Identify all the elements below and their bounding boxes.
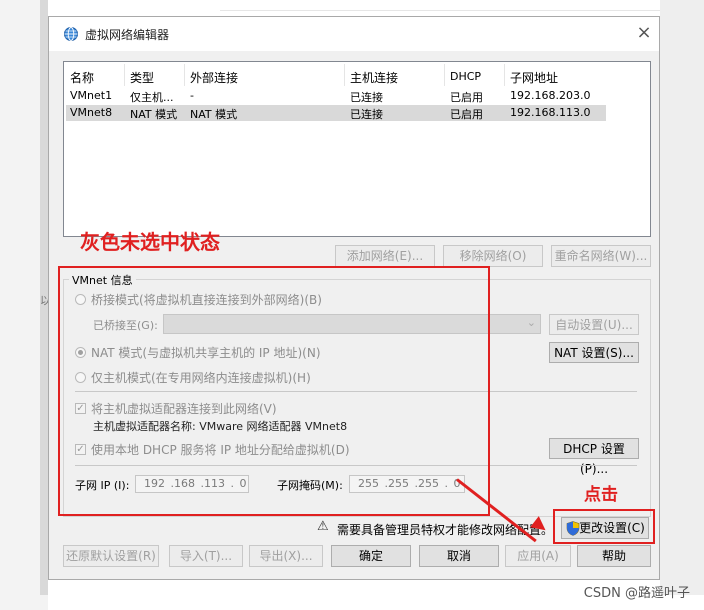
ok-button[interactable]: 确定 [331,545,411,567]
annotation-click-box [553,509,655,544]
column-separator [184,64,185,86]
help-button[interactable]: 帮助 [577,545,651,567]
title-bar: 虚拟网络编辑器 × [49,17,659,51]
cell-type: 仅主机... [130,91,174,104]
cell-name: VMnet8 [70,106,113,119]
column-header-host[interactable]: 主机连接 [350,69,398,86]
window-title: 虚拟网络编辑器 [85,28,170,42]
background-divider [220,10,660,11]
annotation-click: 点击 [584,485,618,505]
auto-settings-button[interactable]: 自动设置(U)... [549,314,639,335]
column-header-name[interactable]: 名称 [70,69,94,86]
column-separator [344,64,345,86]
remove-network-button[interactable]: 移除网络(O) [443,245,543,267]
network-list[interactable]: 名称 类型 外部连接 主机连接 DHCP 子网地址 VMnet1 仅主机... … [63,61,651,237]
annotation-gray-state: 灰色未选中状态 [80,230,220,254]
background-right [660,0,704,595]
export-button[interactable]: 导出(X)... [249,545,323,567]
cell-host: 已连接 [350,108,383,121]
watermark: CSDN @路遥叶子 [583,586,690,601]
column-header-subnet[interactable]: 子网地址 [510,69,558,86]
table-row-selected[interactable]: VMnet8 NAT 模式 NAT 模式 已连接 已启用 192.168.113… [66,105,606,121]
column-header-external[interactable]: 外部连接 [190,69,238,86]
cell-external: NAT 模式 [190,108,238,121]
column-header-dhcp[interactable]: DHCP [450,70,481,83]
cell-name: VMnet1 [70,89,113,102]
nat-settings-button[interactable]: NAT 设置(S)... [549,342,639,363]
add-network-button[interactable]: 添加网络(E)... [335,245,435,267]
cell-subnet: 192.168.113.0 [510,106,591,119]
cell-external: - [190,89,194,102]
dhcp-settings-button[interactable]: DHCP 设置(P)... [549,438,639,476]
cancel-button[interactable]: 取消 [419,545,499,567]
apply-button[interactable]: 应用(A) [505,545,571,567]
warning-icon: ⚠ [317,519,329,534]
column-header-type[interactable]: 类型 [130,69,154,86]
cell-type: NAT 模式 [130,108,178,121]
column-separator [504,64,505,86]
table-row[interactable]: VMnet1 仅主机... - 已连接 已启用 192.168.203.0 [66,88,606,104]
column-separator [444,64,445,86]
close-icon[interactable]: × [633,22,655,44]
cell-dhcp: 已启用 [450,91,483,104]
annotation-highlight-box [58,266,490,516]
column-separator [124,64,125,86]
cell-dhcp: 已启用 [450,108,483,121]
rename-network-button[interactable]: 重命名网络(W)... [551,245,651,267]
globe-icon [64,27,78,41]
restore-defaults-button[interactable]: 还原默认设置(R) [63,545,159,567]
cell-subnet: 192.168.203.0 [510,89,591,102]
chevron-down-icon: ⌄ [526,316,536,329]
cell-host: 已连接 [350,91,383,104]
import-button[interactable]: 导入(T)... [169,545,243,567]
